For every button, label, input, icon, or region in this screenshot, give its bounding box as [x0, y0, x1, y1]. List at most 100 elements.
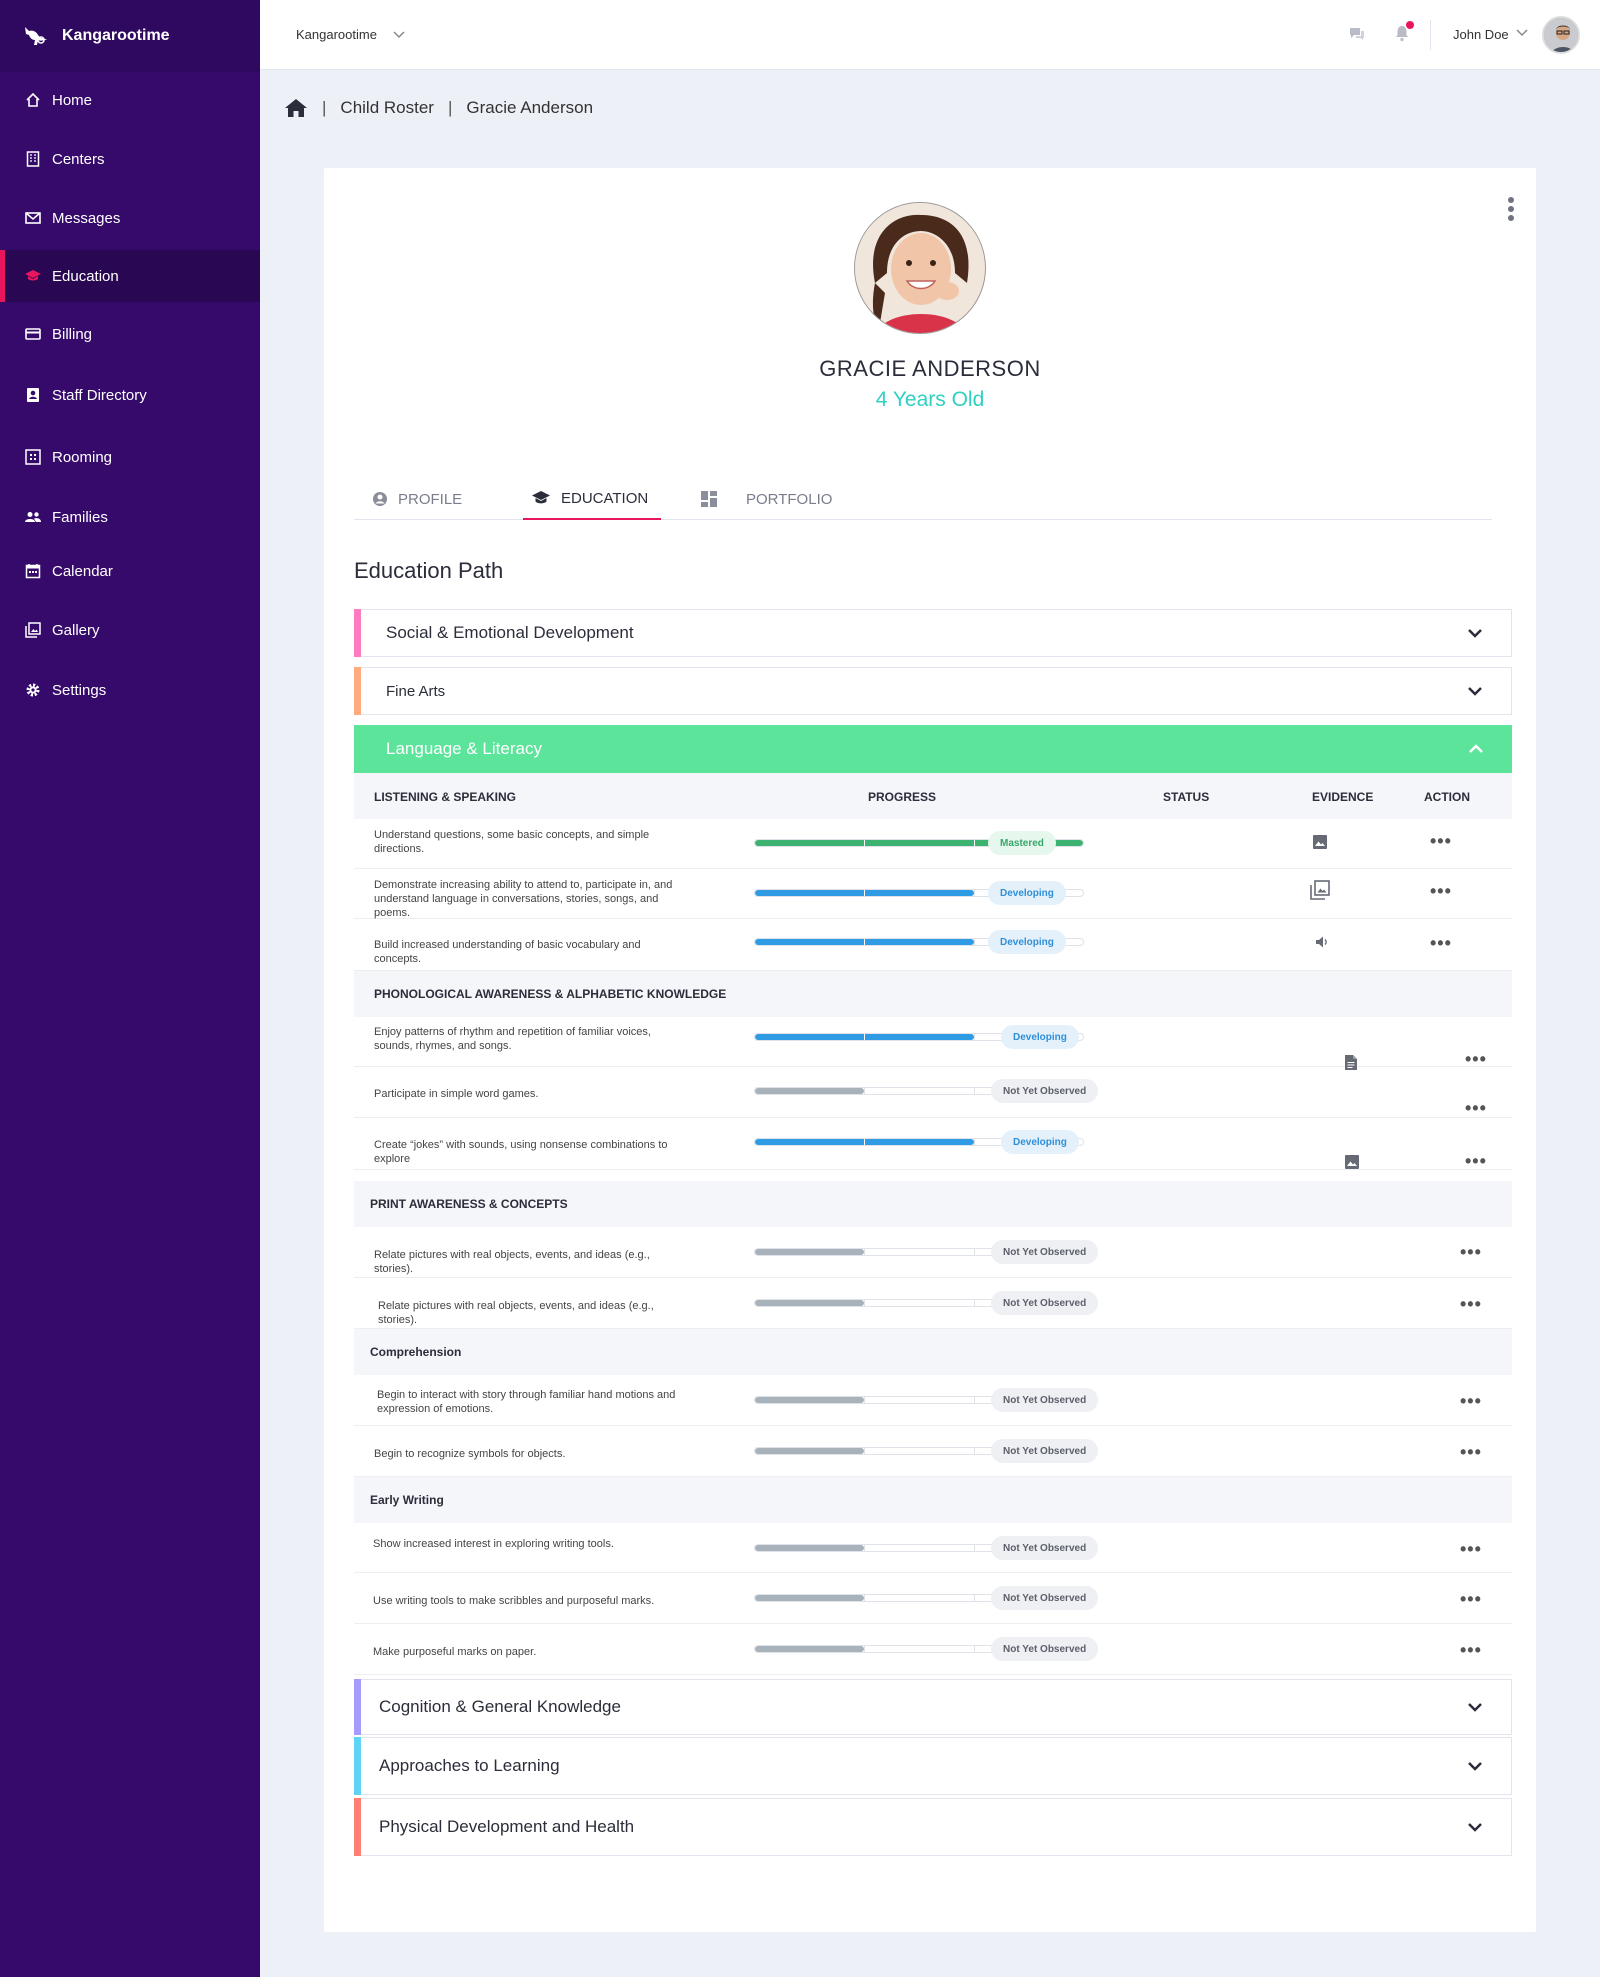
- progress-tick: [864, 939, 866, 945]
- chevron-down-icon: [1468, 1823, 1482, 1832]
- progress-fill: [755, 1545, 865, 1551]
- breadcrumb-separator: |: [447, 98, 453, 117]
- child-age: 4 Years Old: [875, 388, 985, 411]
- progress-fill: [755, 1595, 865, 1601]
- people-icon: [24, 508, 42, 526]
- chevron-down-icon: [1468, 1703, 1482, 1712]
- mail-icon: [24, 209, 42, 227]
- domain-label: Social & Emotional Development: [386, 623, 634, 642]
- gallery-icon[interactable]: [1310, 880, 1330, 905]
- image-icon[interactable]: [1344, 1154, 1360, 1175]
- domain-physical[interactable]: Physical Development and Health: [354, 1798, 1512, 1856]
- home-icon[interactable]: [284, 98, 308, 118]
- progress-tick: [973, 1397, 975, 1403]
- more-horizontal-icon[interactable]: •••: [1460, 1590, 1482, 1608]
- status-badge: Mastered: [988, 831, 1056, 855]
- breadcrumb-current: Gracie Anderson: [466, 98, 594, 117]
- image-icon[interactable]: [1312, 834, 1328, 855]
- progress-tick: [973, 890, 975, 896]
- sidebar-item-centers[interactable]: Centers: [0, 133, 260, 185]
- user-avatar[interactable]: [1542, 16, 1580, 54]
- competency-text: Understand questions, some basic concept…: [374, 829, 650, 855]
- competency-text: Create “jokes” with sounds, using nonsen…: [374, 1139, 668, 1165]
- domain-language-literacy[interactable]: Language & Literacy: [354, 725, 1512, 773]
- chat-icon[interactable]: [1348, 26, 1366, 42]
- progress-tick: [973, 939, 975, 945]
- status-badge: Not Yet Observed: [991, 1079, 1099, 1103]
- more-horizontal-icon[interactable]: •••: [1430, 934, 1452, 952]
- more-horizontal-icon[interactable]: •••: [1460, 1540, 1482, 1558]
- chevron-down-icon: [393, 30, 405, 38]
- sidebar-item-families[interactable]: Families: [0, 491, 260, 543]
- status-badge: Developing: [988, 930, 1066, 954]
- sidebar-item-messages[interactable]: Messages: [0, 192, 260, 244]
- sidebar-item-billing[interactable]: Billing: [0, 308, 260, 360]
- competency-text: Participate in simple word games.: [374, 1088, 539, 1100]
- tab-profile[interactable]: PROFILE: [372, 478, 482, 520]
- more-horizontal-icon[interactable]: •••: [1465, 1050, 1487, 1068]
- sidebar-item-label: Gallery: [52, 621, 100, 639]
- progress-tick: [973, 1646, 975, 1652]
- sidebar-item-education[interactable]: Education: [0, 250, 260, 302]
- sidebar-item-gallery[interactable]: Gallery: [0, 604, 260, 656]
- home-icon: [24, 91, 42, 109]
- sidebar-item-label: Home: [52, 91, 93, 109]
- group-header: PHONOLOGICAL AWARENESS & ALPHABETIC KNOW…: [354, 971, 1512, 1017]
- more-horizontal-icon[interactable]: •••: [1460, 1443, 1482, 1461]
- header-progress: PROGRESS: [868, 790, 937, 804]
- sidebar-item-label: Calendar: [52, 562, 113, 580]
- domain-fine-arts[interactable]: Fine Arts: [354, 667, 1512, 715]
- sidebar-item-label: Education: [52, 267, 119, 285]
- sidebar-item-settings[interactable]: Settings: [0, 664, 260, 716]
- sidebar-item-calendar[interactable]: Calendar: [0, 545, 260, 597]
- speaker-icon[interactable]: [1315, 935, 1329, 954]
- progress-tick: [864, 1448, 866, 1454]
- brand-name: Kangarootime: [62, 27, 170, 44]
- tab-portfolio[interactable]: PORTFOLIO: [700, 478, 840, 520]
- progress-tick: [973, 1034, 975, 1040]
- competency-text: Enjoy patterns of rhythm and repetition …: [374, 1026, 651, 1052]
- progress-fill: [755, 1249, 865, 1255]
- progress-tick: [864, 1249, 866, 1255]
- chevron-up-icon: [1469, 744, 1483, 753]
- tab-label: EDUCATION: [561, 489, 649, 507]
- status-badge: Developing: [1001, 1025, 1079, 1049]
- progress-tick: [864, 890, 866, 896]
- more-horizontal-icon[interactable]: •••: [1465, 1152, 1487, 1170]
- competency-text: Use writing tools to make scribbles and …: [373, 1595, 655, 1607]
- child-profile-card: GRACIE ANDERSON 4 Years Old PROFILE EDUC…: [324, 168, 1536, 1932]
- more-vertical-icon[interactable]: [1507, 196, 1515, 222]
- sidebar-item-label: Settings: [52, 681, 107, 699]
- grid-icon: [24, 448, 42, 466]
- more-horizontal-icon[interactable]: •••: [1460, 1243, 1482, 1261]
- org-switcher[interactable]: Kangarootime: [296, 27, 405, 42]
- sidebar-item-staff-directory[interactable]: Staff Directory: [0, 369, 260, 421]
- brand[interactable]: Kangarootime: [0, 0, 260, 72]
- group-header: PRINT AWARENESS & CONCEPTS: [354, 1181, 1512, 1227]
- progress-tick: [864, 840, 866, 846]
- domain-social-emotional[interactable]: Social & Emotional Development: [354, 609, 1512, 657]
- contact-card-icon: [24, 386, 42, 404]
- more-horizontal-icon[interactable]: •••: [1460, 1295, 1482, 1313]
- more-horizontal-icon[interactable]: •••: [1430, 882, 1452, 900]
- gear-icon: [24, 681, 42, 699]
- sidebar-item-label: Staff Directory: [52, 386, 147, 404]
- domain-label: Fine Arts: [386, 682, 446, 700]
- group-header: Early Writing: [354, 1477, 1512, 1523]
- domain-approaches[interactable]: Approaches to Learning: [354, 1737, 1512, 1795]
- chevron-down-icon[interactable]: [1516, 29, 1528, 37]
- more-horizontal-icon[interactable]: •••: [1460, 1641, 1482, 1659]
- more-horizontal-icon[interactable]: •••: [1430, 832, 1452, 850]
- calendar-icon: [24, 562, 42, 580]
- user-name[interactable]: John Doe: [1453, 27, 1509, 42]
- progress-fill: [755, 1397, 865, 1403]
- sidebar-item-rooming[interactable]: Rooming: [0, 431, 260, 483]
- breadcrumb-child-roster[interactable]: Child Roster: [340, 98, 434, 118]
- progress-tick: [973, 1249, 975, 1255]
- more-horizontal-icon[interactable]: •••: [1460, 1392, 1482, 1410]
- more-horizontal-icon[interactable]: •••: [1465, 1099, 1487, 1117]
- progress-tick: [864, 1595, 866, 1601]
- sidebar-item-home[interactable]: Home: [0, 74, 260, 126]
- tab-education[interactable]: EDUCATION: [523, 478, 661, 520]
- domain-cognition[interactable]: Cognition & General Knowledge: [354, 1679, 1512, 1735]
